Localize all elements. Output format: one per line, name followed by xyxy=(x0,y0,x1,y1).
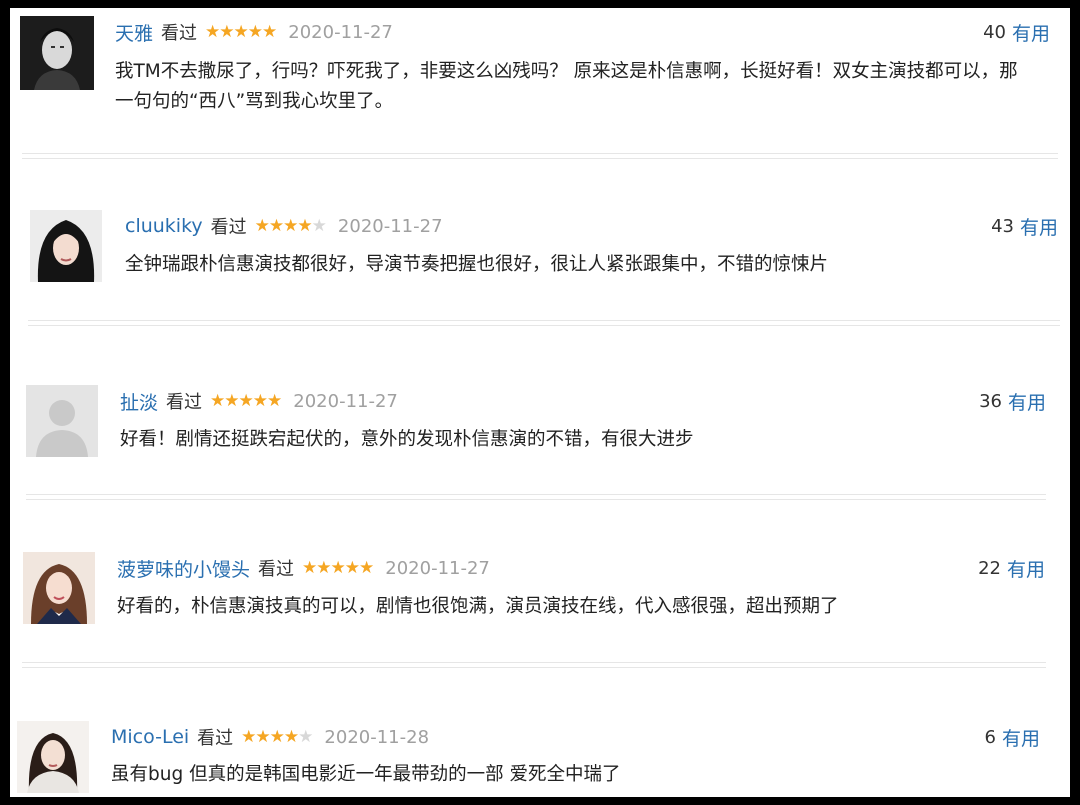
star-icon: ★ xyxy=(359,557,374,578)
vote-count: 36 xyxy=(979,390,1002,412)
star-icon: ★ xyxy=(233,21,249,42)
default-avatar-icon[interactable] xyxy=(26,385,98,457)
star-icon: ★ xyxy=(297,215,312,236)
review-date: 2020-11-27 xyxy=(385,557,490,579)
watched-label: 看过 xyxy=(166,392,203,413)
vote-count: 6 xyxy=(984,726,996,748)
star-icon: ★ xyxy=(252,390,268,411)
star-icon: ★ xyxy=(241,726,256,747)
divider xyxy=(26,494,1046,500)
useful-button[interactable]: 有用 xyxy=(1007,555,1045,582)
divider xyxy=(22,662,1046,668)
divider xyxy=(28,320,1060,326)
star-icon: ★ xyxy=(283,726,299,747)
star-rating: ★ ★ ★ ★ ★ xyxy=(302,557,374,578)
star-icon: ★ xyxy=(210,390,225,411)
star-icon: ★ xyxy=(262,21,277,42)
star-icon: ★ xyxy=(254,215,270,236)
star-rating: ★ ★ ★ ★ ★ xyxy=(210,390,282,411)
username-link[interactable]: 菠萝味的小馒头 xyxy=(117,555,250,582)
star-icon: ★ xyxy=(238,390,254,411)
star-icon: ★ xyxy=(283,215,298,236)
username-link[interactable]: 天雅 xyxy=(115,19,153,46)
useful-button[interactable]: 有用 xyxy=(1008,388,1046,415)
username-link[interactable]: Mico-Lei xyxy=(111,726,189,748)
avatar[interactable] xyxy=(17,721,89,793)
username-link[interactable]: 扯淡 xyxy=(120,388,158,415)
review-text: 我TM不去撒尿了，行吗？吓死我了，非要这么凶残吗？ 原来这是朴信惠啊，长挺好看！… xyxy=(115,61,1018,112)
avatar[interactable] xyxy=(30,210,102,282)
username-link[interactable]: cluukiky xyxy=(125,215,203,237)
review-list: 天雅 看过 ★ ★ ★ ★ ★ 2020-11-27 40 有用 我TM不去撒尿了，行吗… xyxy=(10,8,1070,797)
star-icon: ★ xyxy=(269,726,285,747)
review-date: 2020-11-28 xyxy=(324,726,430,748)
star-icon: ★ xyxy=(255,726,270,747)
star-icon: ★ xyxy=(267,390,282,411)
useful-button[interactable]: 有用 xyxy=(1002,724,1040,751)
review-text: 好看的，朴信惠演技真的可以，剧情也很饱满，演员演技在线，代入感很强，超出预期了 xyxy=(117,596,839,617)
watched-label: 看过 xyxy=(210,217,247,238)
watched-label: 看过 xyxy=(161,23,198,44)
avatar[interactable] xyxy=(23,552,95,624)
vote-count: 40 xyxy=(983,21,1006,43)
review-text: 全钟瑞跟朴信惠演技都很好，导演节奏把握也很好，很让人紧张跟集中，不错的惊悚片 xyxy=(125,254,829,275)
star-icon: ★ xyxy=(316,557,331,578)
star-rating: ★ ★ ★ ★ ★ xyxy=(254,215,327,236)
star-empty-icon: ★ xyxy=(311,215,327,236)
vote-count: 43 xyxy=(991,215,1014,237)
star-rating: ★ ★ ★ ★ ★ xyxy=(241,726,313,747)
avatar[interactable] xyxy=(20,16,94,90)
star-icon: ★ xyxy=(344,557,360,578)
watched-label: 看过 xyxy=(258,559,295,580)
useful-button[interactable]: 有用 xyxy=(1012,19,1050,46)
star-icon: ★ xyxy=(302,557,317,578)
watched-label: 看过 xyxy=(197,728,234,749)
star-icon: ★ xyxy=(219,21,234,42)
star-icon: ★ xyxy=(268,215,284,236)
star-empty-icon: ★ xyxy=(298,726,313,747)
review-date: 2020-11-27 xyxy=(293,390,398,412)
review-date: 2020-11-27 xyxy=(288,21,393,43)
useful-button[interactable]: 有用 xyxy=(1020,213,1058,240)
review-text: 好看！剧情还挺跌宕起伏的，意外的发现朴信惠演的不错，有很大进步 xyxy=(120,429,694,450)
review-date: 2020-11-27 xyxy=(337,215,443,237)
star-icon: ★ xyxy=(330,557,346,578)
star-icon: ★ xyxy=(224,390,239,411)
star-rating: ★ ★ ★ ★ ★ xyxy=(205,21,277,42)
review-text: 虽有bug 但真的是韩国电影近一年最带劲的一部 爱死全中瑞了 xyxy=(111,764,621,785)
vote-count: 22 xyxy=(978,557,1001,579)
star-icon: ★ xyxy=(247,21,263,42)
divider xyxy=(22,153,1058,159)
star-icon: ★ xyxy=(205,21,220,42)
